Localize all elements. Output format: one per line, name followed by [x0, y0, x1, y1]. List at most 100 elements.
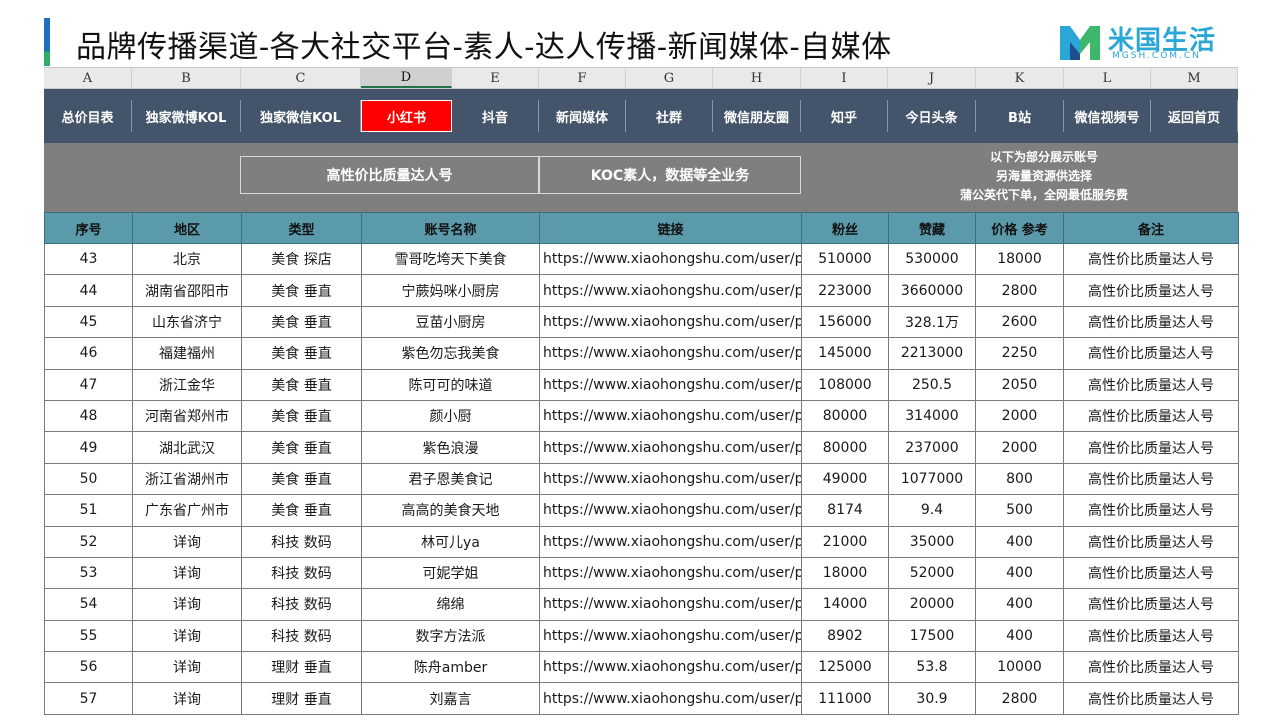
cell-followers: 21000 — [801, 525, 889, 558]
page-title: 品牌传播渠道-各大社交平台-素人-达人传播-新闻媒体-自媒体 — [76, 30, 892, 65]
cell-region: 湖南省邵阳市 — [132, 274, 242, 307]
nav-bar: 总价目表 独家微博KOL 独家微信KOL 小红书 抖音 新闻媒体 社群 微信朋友圈 知乎 今日头条… — [44, 100, 1238, 132]
cell-link[interactable]: https://www.xiaohongshu.com/user/p — [539, 305, 802, 339]
cell-link[interactable]: https://www.xiaohongshu.com/user/p — [539, 337, 802, 370]
nav-tab-13[interactable]: 返回首页 — [1151, 100, 1238, 132]
table-row[interactable]: 56 详询 理财 垂直 陈舟amber https://www.xiaohongshu.… — [44, 651, 1239, 684]
info-note-line: 另海量资源供选择 — [995, 169, 1092, 183]
cell-price: 500 — [975, 494, 1064, 527]
cell-account-name: 陈舟amber — [361, 651, 540, 684]
cell-remark: 高性价比质量达人号 — [1063, 556, 1239, 590]
cell-account-name: 雪哥吃垮天下美食 — [361, 242, 540, 276]
nav-tab-4[interactable]: 小红书 — [361, 100, 452, 132]
column-header-row: ABCDEFGHIJKLM — [44, 67, 1238, 89]
table-row[interactable]: 55 详询 科技 数码 数字方法派 https://www.xiaohongshu.co… — [44, 619, 1239, 653]
cell-link[interactable]: https://www.xiaohongshu.com/user/p — [539, 651, 802, 684]
nav-tab-1[interactable]: 总价目表 — [44, 100, 132, 132]
cell-remark: 高性价比质量达人号 — [1063, 399, 1239, 433]
cell-followers: 8902 — [801, 619, 889, 653]
cell-likes: 17500 — [888, 619, 976, 653]
column-header-f[interactable]: F — [539, 68, 626, 88]
table-row[interactable]: 52 详询 科技 数码 林可儿ya https://www.xiaohongshu.co… — [44, 525, 1239, 558]
cell-remark: 高性价比质量达人号 — [1063, 494, 1239, 527]
nav-tab-11[interactable]: B站 — [976, 100, 1064, 132]
column-header-a[interactable]: A — [44, 68, 132, 88]
table-row[interactable]: 45 山东省济宁 美食 垂直 豆苗小厨房 https://www.xiaohongshu… — [44, 305, 1239, 339]
cell-link[interactable]: https://www.xiaohongshu.com/user/p — [539, 619, 802, 653]
column-header-k[interactable]: K — [976, 68, 1064, 88]
column-header-i[interactable]: I — [801, 68, 888, 88]
cell-likes: 53.8 — [888, 651, 976, 684]
column-header-e[interactable]: E — [452, 68, 539, 88]
cell-remark: 高性价比质量达人号 — [1063, 242, 1239, 276]
cell-remark: 高性价比质量达人号 — [1063, 305, 1239, 339]
column-header-j[interactable]: J — [888, 68, 976, 88]
nav-tab-9[interactable]: 知乎 — [801, 100, 888, 132]
table-row[interactable]: 44 湖南省邵阳市 美食 垂直 宁蕨妈咪小厨房 https://www.xiaohong… — [44, 274, 1239, 307]
cell-link[interactable]: https://www.xiaohongshu.com/user/p — [539, 462, 802, 496]
cell-link[interactable]: https://www.xiaohongshu.com/user/p — [539, 525, 802, 558]
cell-region: 北京 — [132, 242, 242, 276]
table-row[interactable]: 49 湖北武汉 美食 垂直 紫色浪漫 https://www.xiaohongshu.c… — [44, 431, 1239, 464]
table-row[interactable]: 53 详询 科技 数码 可妮学姐 https://www.xiaohongshu.com… — [44, 556, 1239, 590]
column-header-l[interactable]: L — [1064, 68, 1151, 88]
column-header-h[interactable]: H — [713, 68, 801, 88]
nav-tab-12[interactable]: 微信视频号 — [1064, 100, 1151, 132]
column-header-d[interactable]: D — [361, 68, 452, 88]
info-note: 以下为部分展示账号 另海量资源供选择 蒲公英代下单，全网最低服务费 — [850, 148, 1238, 205]
cell-remark: 高性价比质量达人号 — [1063, 588, 1239, 621]
cell-category: 美食 垂直 — [241, 462, 362, 496]
cell-category: 美食 垂直 — [241, 305, 362, 339]
table-header-cell: 粉丝 — [801, 212, 889, 244]
cell-category: 美食 垂直 — [241, 431, 362, 464]
cell-link[interactable]: https://www.xiaohongshu.com/user/p — [539, 399, 802, 433]
table-row[interactable]: 50 浙江省湖州市 美食 垂直 君子恩美食记 https://www.xiaohongs… — [44, 462, 1239, 496]
column-header-m[interactable]: M — [1151, 68, 1238, 88]
nav-tab-10[interactable]: 今日头条 — [888, 100, 976, 132]
brand-logo: 米国生活 MGSH.COM.CN — [1058, 20, 1244, 66]
nav-tab-7[interactable]: 社群 — [626, 100, 713, 132]
nav-tab-3[interactable]: 独家微信KOL — [241, 100, 361, 132]
cell-category: 理财 垂直 — [241, 651, 362, 684]
cell-link[interactable]: https://www.xiaohongshu.com/user/p — [539, 494, 802, 527]
cell-row-number: 57 — [44, 682, 133, 715]
cell-link[interactable]: https://www.xiaohongshu.com/user/p — [539, 588, 802, 621]
cell-followers: 18000 — [801, 556, 889, 590]
cell-price: 18000 — [975, 242, 1064, 276]
cell-link[interactable]: https://www.xiaohongshu.com/user/p — [539, 556, 802, 590]
cell-likes: 530000 — [888, 242, 976, 276]
column-header-b[interactable]: B — [132, 68, 241, 88]
table-row[interactable]: 54 详询 科技 数码 绵绵 https://www.xiaohongshu.com/u… — [44, 588, 1239, 621]
cell-category: 科技 数码 — [241, 619, 362, 653]
cell-account-name: 可妮学姐 — [361, 556, 540, 590]
cell-price: 2600 — [975, 305, 1064, 339]
cell-followers: 108000 — [801, 368, 889, 401]
table-row[interactable]: 51 广东省广州市 美食 垂直 高高的美食天地 https://www.xiaohong… — [44, 494, 1239, 527]
cell-link[interactable]: https://www.xiaohongshu.com/user/p — [539, 242, 802, 276]
cell-row-number: 55 — [44, 619, 133, 653]
column-header-c[interactable]: C — [241, 68, 361, 88]
nav-tab-5[interactable]: 抖音 — [452, 100, 539, 132]
table-row[interactable]: 46 福建福州 美食 垂直 紫色勿忘我美食 https://www.xiaohongsh… — [44, 337, 1239, 370]
cell-link[interactable]: https://www.xiaohongshu.com/user/p — [539, 368, 802, 401]
nav-tab-8[interactable]: 微信朋友圈 — [713, 100, 801, 132]
tag-quality-kol: 高性价比质量达人号 — [240, 156, 539, 194]
cell-price: 400 — [975, 525, 1064, 558]
table-row[interactable]: 47 浙江金华 美食 垂直 陈可可的味道 https://www.xiaohongshu… — [44, 368, 1239, 401]
table-row[interactable]: 57 详询 理财 垂直 刘嘉言 https://www.xiaohongshu.com/… — [44, 682, 1239, 715]
cell-followers: 14000 — [801, 588, 889, 621]
table-row[interactable]: 48 河南省郑州市 美食 垂直 颜小厨 https://www.xiaohongshu.… — [44, 399, 1239, 433]
table-header-cell: 备注 — [1063, 212, 1239, 244]
cell-account-name: 高高的美食天地 — [361, 494, 540, 527]
nav-tab-2[interactable]: 独家微博KOL — [132, 100, 241, 132]
table-header-cell: 赞藏 — [888, 212, 976, 244]
cell-row-number: 44 — [44, 274, 133, 307]
cell-link[interactable]: https://www.xiaohongshu.com/user/p — [539, 274, 802, 307]
cell-likes: 3660000 — [888, 274, 976, 307]
cell-region: 广东省广州市 — [132, 494, 242, 527]
table-row[interactable]: 43 北京 美食 探店 雪哥吃垮天下美食 https://www.xiaohongshu… — [44, 242, 1239, 276]
column-header-g[interactable]: G — [626, 68, 713, 88]
nav-tab-6[interactable]: 新闻媒体 — [539, 100, 626, 132]
cell-link[interactable]: https://www.xiaohongshu.com/user/p — [539, 431, 802, 464]
cell-link[interactable]: https://www.xiaohongshu.com/user/p — [539, 682, 802, 715]
